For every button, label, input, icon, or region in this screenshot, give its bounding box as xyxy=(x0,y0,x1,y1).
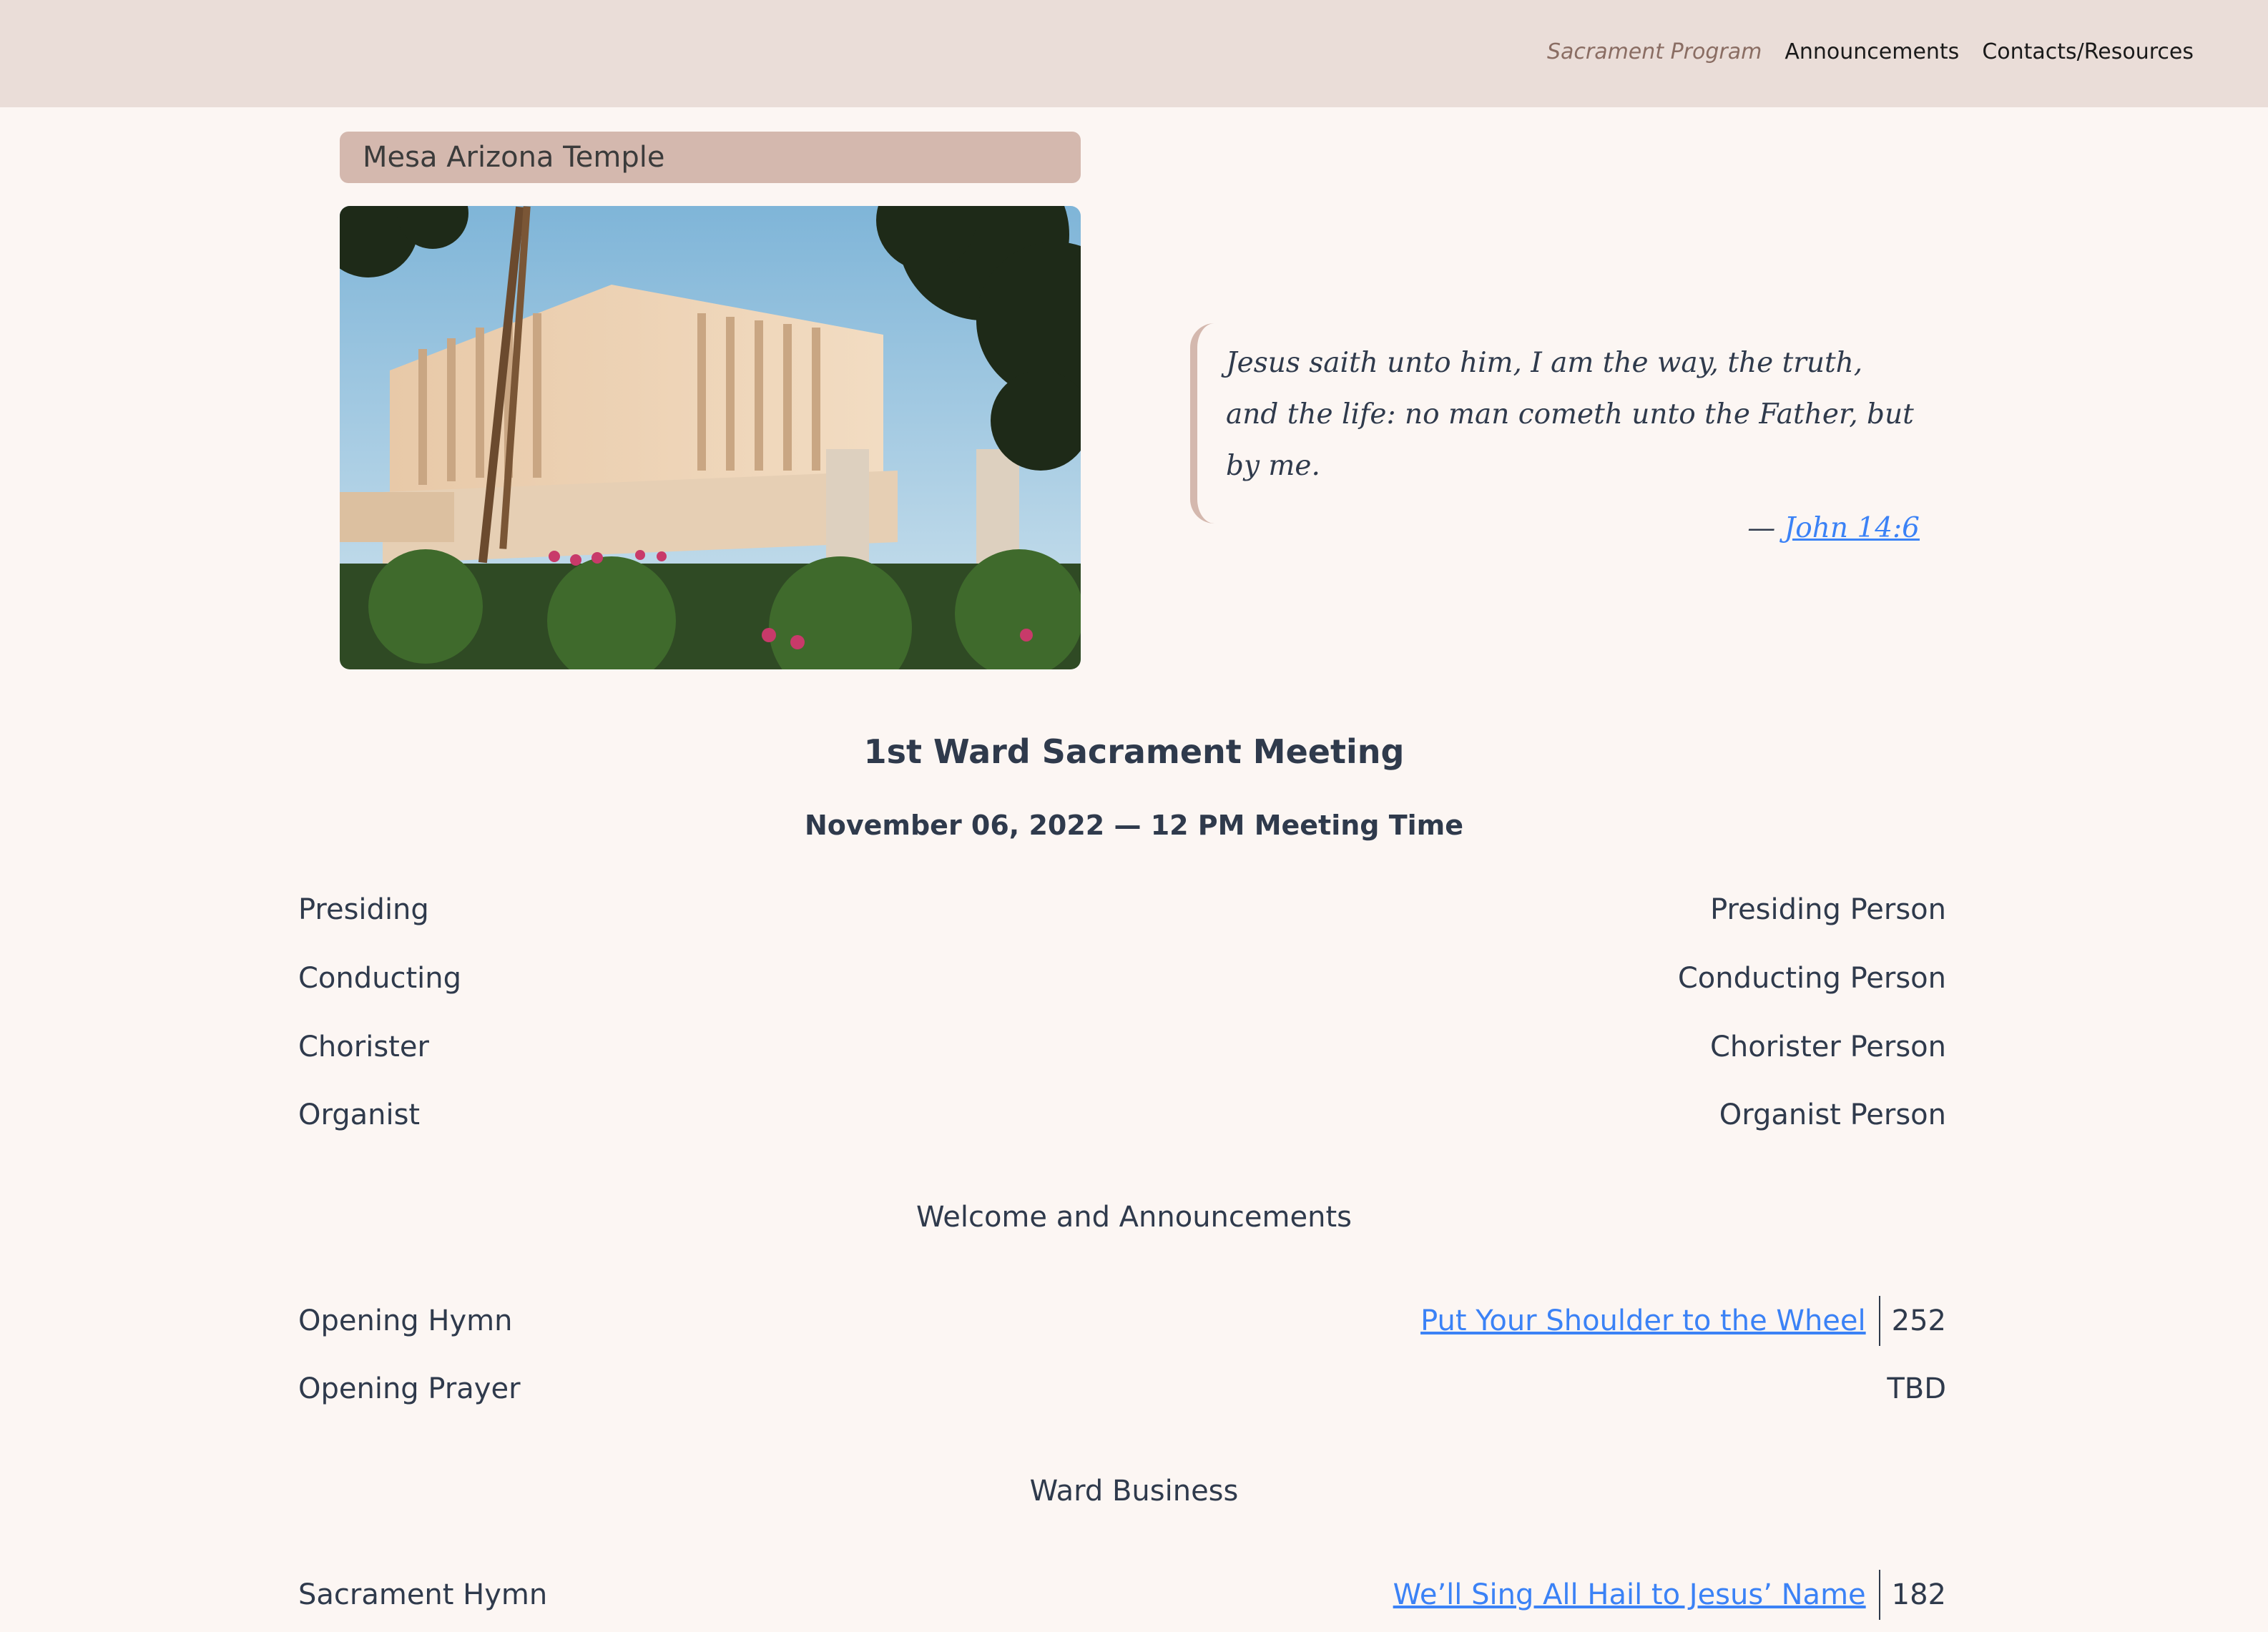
hymn-number: 252 xyxy=(1891,1304,1946,1337)
scripture-reference-link[interactable]: John 14:6 xyxy=(1785,512,1920,544)
divider xyxy=(1878,1570,1880,1620)
section-welcome: Welcome and Announcements xyxy=(916,1201,1352,1234)
temple-label: Mesa Arizona Temple xyxy=(340,132,1081,183)
role-row-organist: Organist Organist Person xyxy=(298,1092,1946,1138)
role-label: Organist xyxy=(298,1098,421,1131)
role-value: Chorister Person xyxy=(1709,1031,1946,1063)
meeting-title: 1st Ward Sacrament Meeting xyxy=(863,732,1405,771)
top-navbar: Sacrament Program Announcements Contacts… xyxy=(0,0,2268,107)
role-row-chorister: Chorister Chorister Person xyxy=(298,1024,1946,1070)
section-ward-business: Ward Business xyxy=(1029,1475,1239,1508)
divider xyxy=(1878,1296,1880,1346)
main-nav: Sacrament Program Announcements Contacts… xyxy=(1547,34,2194,70)
program-label: Opening Prayer xyxy=(298,1372,521,1405)
hymn-number: 182 xyxy=(1891,1578,1946,1611)
temple-photo xyxy=(340,206,1081,669)
program-row-opening-hymn: Opening Hymn Put Your Shoulder to the Wh… xyxy=(298,1296,1946,1346)
program-label: Sacrament Hymn xyxy=(298,1578,548,1611)
program-value: TBD xyxy=(1887,1372,1946,1405)
role-label: Presiding xyxy=(298,893,429,926)
quote-citation: — John 14:6 xyxy=(1226,512,1920,544)
role-row-conducting: Conducting Conducting Person xyxy=(298,955,1946,1001)
nav-contacts-resources[interactable]: Contacts/Resources xyxy=(1982,34,2194,70)
citation-dash: — xyxy=(1747,512,1776,544)
sacrament-hymn-link[interactable]: We’ll Sing All Hail to Jesus’ Name xyxy=(1393,1578,1866,1611)
role-label: Conducting xyxy=(298,962,462,995)
role-label: Chorister xyxy=(298,1031,429,1063)
program-row-sacrament-hymn: Sacrament Hymn We’ll Sing All Hail to Je… xyxy=(298,1570,1946,1620)
nav-sacrament-program[interactable]: Sacrament Program xyxy=(1547,34,1762,70)
nav-announcements[interactable]: Announcements xyxy=(1785,34,1959,70)
opening-hymn-link[interactable]: Put Your Shoulder to the Wheel xyxy=(1420,1304,1866,1337)
scripture-quote: Jesus saith unto him, I am the way, the … xyxy=(1190,323,1940,544)
meeting-date: November 06, 2022 — 12 PM Meeting Time xyxy=(804,810,1464,841)
hymn-info: Put Your Shoulder to the Wheel 252 xyxy=(1420,1296,1946,1346)
role-row-presiding: Presiding Presiding Person xyxy=(298,887,1946,933)
quote-text: Jesus saith unto him, I am the way, the … xyxy=(1226,347,1914,482)
role-value: Conducting Person xyxy=(1677,962,1946,995)
hymn-info: We’ll Sing All Hail to Jesus’ Name 182 xyxy=(1393,1570,1946,1620)
program-row-opening-prayer: Opening Prayer TBD xyxy=(298,1366,1946,1412)
role-value: Organist Person xyxy=(1719,1098,1946,1131)
role-value: Presiding Person xyxy=(1710,893,1946,926)
program-label: Opening Hymn xyxy=(298,1304,513,1337)
